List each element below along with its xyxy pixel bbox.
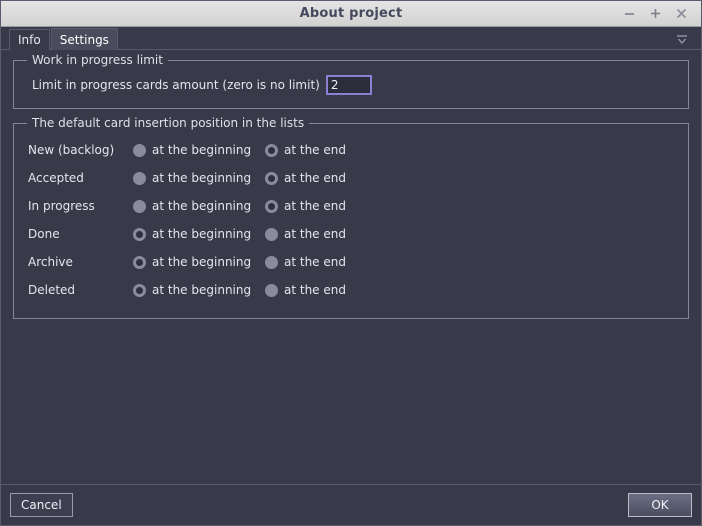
list-label-in-progress: In progress (28, 199, 95, 213)
insertion-row-in-progress: In progress at the beginning at the end (28, 192, 674, 220)
insertion-row-done: Done at the beginning at the end (28, 220, 674, 248)
radio-done-beginning[interactable]: at the beginning (133, 227, 257, 241)
title-bar: About project (1, 1, 701, 27)
chevron-down-icon[interactable] (673, 31, 691, 47)
radio-deleted-end[interactable]: at the end (265, 283, 346, 297)
radio-label: at the end (284, 171, 346, 185)
radio-indicator (265, 143, 278, 157)
radio-indicator (133, 171, 146, 185)
radio-indicator (265, 171, 278, 185)
insertion-row-new: New (backlog) at the beginning at the en… (28, 136, 674, 164)
radio-indicator (133, 143, 146, 157)
close-icon[interactable] (675, 7, 688, 20)
settings-panel: Work in progress limit Limit in progress… (1, 50, 701, 484)
list-label-accepted: Accepted (28, 171, 84, 185)
tab-settings[interactable]: Settings (50, 28, 118, 50)
radio-label: at the end (284, 283, 346, 297)
radio-indicator (265, 227, 278, 241)
radio-indicator (265, 283, 278, 297)
list-label-new: New (backlog) (28, 143, 115, 157)
wip-limit-group-title: Work in progress limit (27, 53, 168, 67)
ok-button[interactable]: OK (628, 493, 692, 517)
radio-accepted-beginning[interactable]: at the beginning (133, 171, 257, 185)
list-label-done: Done (28, 227, 60, 241)
radio-indicator (265, 199, 278, 213)
radio-archive-beginning[interactable]: at the beginning (133, 255, 257, 269)
radio-label: at the beginning (152, 143, 252, 157)
list-label-archive: Archive (28, 255, 73, 269)
about-project-window: About project Info Settings Work in prog… (0, 0, 702, 526)
insertion-position-group: The default card insertion position in t… (13, 116, 689, 319)
insertion-row-archive: Archive at the beginning at the end (28, 248, 674, 276)
dialog-footer: Cancel OK (1, 484, 701, 525)
radio-label: at the end (284, 199, 346, 213)
radio-indicator (133, 283, 146, 297)
radio-done-end[interactable]: at the end (265, 227, 346, 241)
tab-info[interactable]: Info (9, 29, 50, 50)
list-label-deleted: Deleted (28, 283, 76, 297)
window-controls (623, 7, 701, 20)
wip-limit-row: Limit in progress cards amount (zero is … (28, 71, 674, 99)
insertion-row-accepted: Accepted at the beginning at the end (28, 164, 674, 192)
radio-new-beginning[interactable]: at the beginning (133, 143, 257, 157)
minimize-icon[interactable] (623, 7, 636, 20)
tab-bar: Info Settings (1, 27, 701, 50)
radio-accepted-end[interactable]: at the end (265, 171, 346, 185)
radio-indicator (133, 199, 146, 213)
wip-limit-input[interactable] (325, 75, 372, 95)
radio-deleted-beginning[interactable]: at the beginning (133, 283, 257, 297)
radio-in-progress-beginning[interactable]: at the beginning (133, 199, 257, 213)
radio-label: at the beginning (152, 171, 252, 185)
radio-label: at the end (284, 255, 346, 269)
cancel-button[interactable]: Cancel (10, 493, 73, 517)
radio-new-end[interactable]: at the end (265, 143, 346, 157)
insertion-row-deleted: Deleted at the beginning at the end (28, 276, 674, 304)
radio-label: at the beginning (152, 255, 252, 269)
wip-limit-label: Limit in progress cards amount (zero is … (32, 78, 320, 92)
radio-label: at the end (284, 227, 346, 241)
radio-indicator (265, 255, 278, 269)
radio-label: at the beginning (152, 283, 252, 297)
radio-in-progress-end[interactable]: at the end (265, 199, 346, 213)
radio-label: at the beginning (152, 199, 252, 213)
radio-archive-end[interactable]: at the end (265, 255, 346, 269)
radio-indicator (133, 227, 146, 241)
maximize-icon[interactable] (649, 7, 662, 20)
radio-label: at the beginning (152, 227, 252, 241)
wip-limit-group: Work in progress limit Limit in progress… (13, 53, 689, 109)
radio-indicator (133, 255, 146, 269)
window-title: About project (299, 6, 403, 21)
insertion-position-group-title: The default card insertion position in t… (27, 116, 310, 130)
radio-label: at the end (284, 143, 346, 157)
